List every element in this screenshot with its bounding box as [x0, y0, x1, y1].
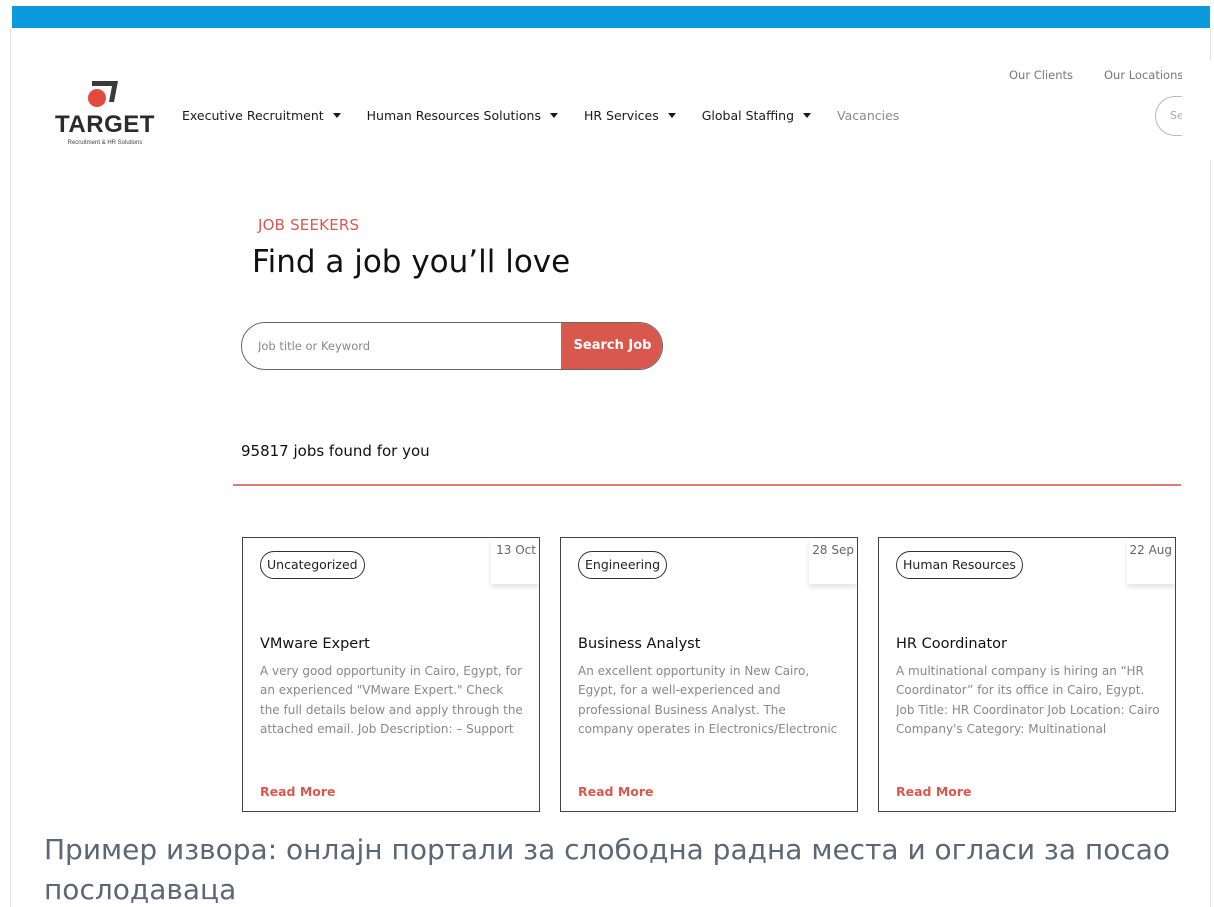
posted-date: 22 Aug — [1127, 538, 1175, 584]
nav-item-label: Global Staffing — [701, 107, 795, 123]
job-card[interactable]: Human Resources 22 Aug HR Coordinator A … — [878, 537, 1176, 812]
nav-item-global-staffing[interactable]: Global Staffing — [701, 107, 812, 123]
results-divider — [233, 484, 1181, 486]
job-search-bar: Search Job — [241, 322, 663, 370]
nav-item-human-resources-solutions[interactable]: Human Resources Solutions — [367, 108, 558, 123]
search-job-button[interactable]: Search Job — [561, 323, 662, 369]
nav-item-hr-services[interactable]: HR Services — [584, 108, 676, 123]
category-badge[interactable]: Engineering — [578, 551, 667, 579]
top-accent-bar — [12, 6, 1210, 28]
slide-caption: Пример извора: онлајн портали за слободн… — [44, 833, 1171, 906]
read-more-link[interactable]: Read More — [260, 784, 336, 799]
job-title[interactable]: Business Analyst — [578, 636, 700, 652]
frame-border-left — [10, 28, 11, 907]
nav-item-vacancies[interactable]: Vacancies — [837, 108, 899, 123]
job-card[interactable]: Uncategorized 13 Oct VMware Expert A ver… — [242, 537, 540, 812]
job-search-input[interactable] — [242, 323, 562, 369]
main-navigation: Executive Recruitment Human Resources So… — [182, 106, 925, 124]
read-more-link[interactable]: Read More — [896, 784, 972, 799]
logo-wordmark: TARGET — [55, 111, 155, 138]
job-title[interactable]: HR Coordinator — [896, 636, 1007, 652]
job-title[interactable]: VMware Expert — [260, 636, 370, 652]
nav-item-label: Executive Recruitment — [182, 107, 324, 123]
viewport-clip — [1182, 60, 1214, 160]
job-description: A very good opportunity in Cairo, Egypt,… — [260, 664, 523, 736]
our-locations-link[interactable]: Our Locations — [1104, 68, 1183, 82]
nav-item-label: Human Resources Solutions — [366, 107, 541, 123]
job-description: A multinational company is hiring an “HR… — [896, 664, 1160, 736]
category-badge[interactable]: Human Resources — [896, 551, 1023, 579]
our-clients-link[interactable]: Our Clients — [1009, 68, 1073, 82]
logo-mark-icon — [88, 81, 118, 107]
caret-down-icon — [667, 113, 676, 118]
nav-item-label: Vacancies — [837, 107, 900, 123]
nav-item-executive-recruitment[interactable]: Executive Recruitment — [182, 108, 341, 123]
posted-date: 28 Sep — [809, 538, 857, 584]
brand-logo[interactable]: TARGET Recruitment & HR Solutions — [50, 78, 160, 152]
caret-down-icon — [803, 113, 812, 118]
nav-item-label: HR Services — [583, 107, 659, 123]
caret-down-icon — [332, 113, 341, 118]
section-eyebrow: JOB SEEKERS — [258, 216, 360, 234]
results-count: 95817 jobs found for you — [241, 442, 430, 460]
logo-tagline: Recruitment & HR Solutions — [67, 140, 143, 146]
read-more-link[interactable]: Read More — [578, 784, 654, 799]
job-description: An excellent opportunity in New Cairo, E… — [578, 664, 838, 736]
category-badge[interactable]: Uncategorized — [260, 551, 365, 579]
job-card[interactable]: Engineering 28 Sep Business Analyst An e… — [560, 537, 858, 812]
posted-date: 13 Oct — [491, 538, 539, 584]
page-title: Find a job you’ll love — [252, 244, 571, 280]
caret-down-icon — [549, 113, 558, 118]
